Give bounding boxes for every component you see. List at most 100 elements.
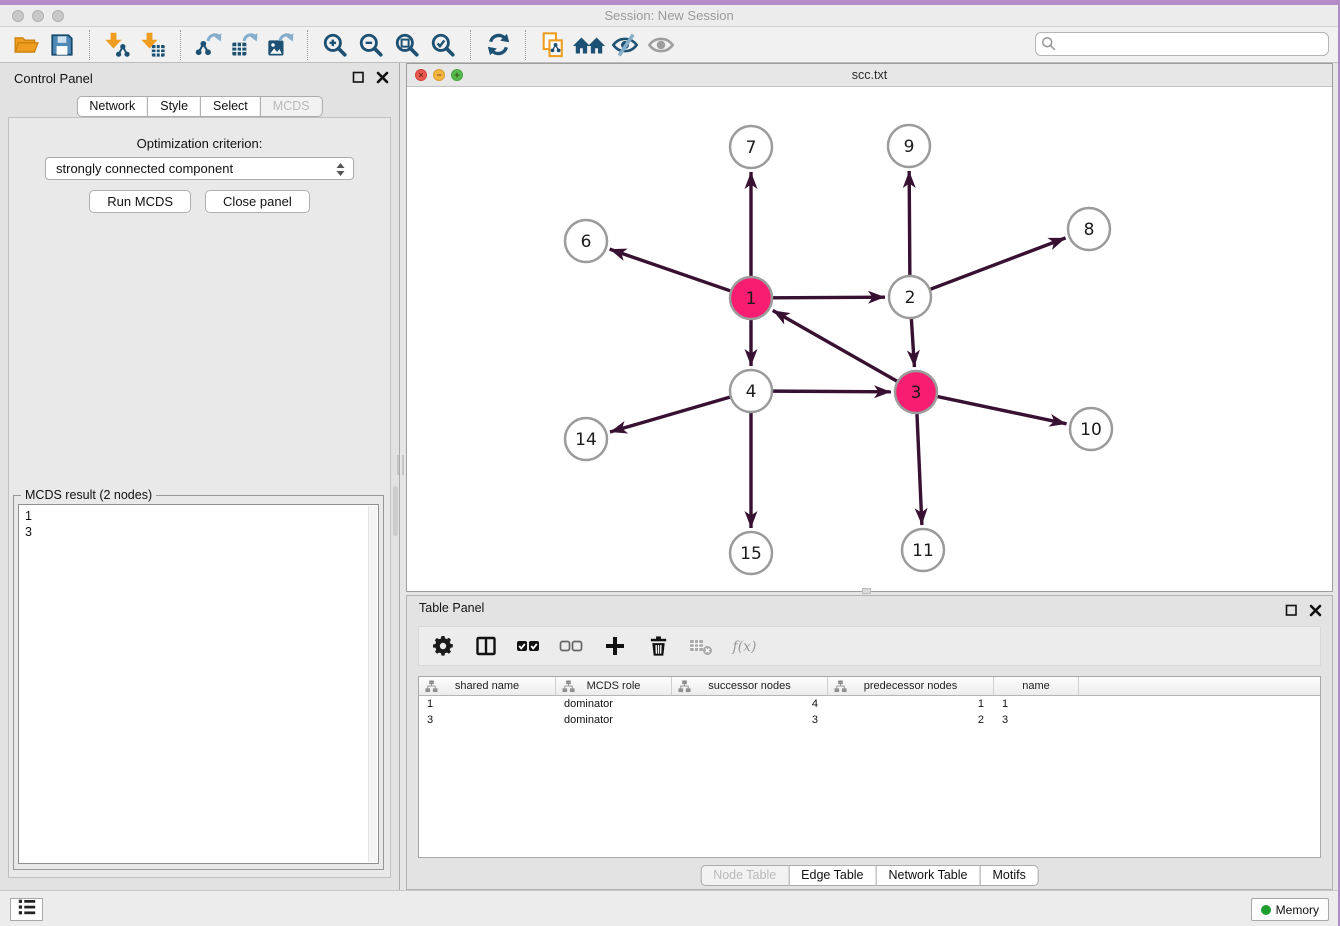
- tab-select[interactable]: Select: [200, 96, 261, 117]
- tab-network-table[interactable]: Network Table: [876, 865, 981, 886]
- network-window-title: scc.txt: [407, 68, 1332, 82]
- close-panel-icon[interactable]: [376, 71, 389, 84]
- panel-splitter-handle[interactable]: [397, 455, 404, 475]
- result-scrollbar[interactable]: [368, 506, 377, 862]
- unselect-all-columns-button[interactable]: [558, 632, 586, 660]
- table-cell[interactable]: 1: [994, 698, 1079, 710]
- float-table-panel-icon[interactable]: [1285, 604, 1298, 617]
- network-canvas[interactable]: 7 9 6 8 1 2 4 3 14 10 15 11: [407, 87, 1332, 591]
- graph-edge-3-11[interactable]: [917, 414, 922, 525]
- tab-motifs[interactable]: Motifs: [979, 865, 1038, 886]
- column-header-shared-name[interactable]: shared name: [419, 677, 556, 695]
- graph-edge-2-8[interactable]: [931, 238, 1066, 289]
- graph-edge-2-3[interactable]: [911, 319, 914, 367]
- table-cell[interactable]: dominator: [556, 698, 672, 710]
- graph-node-4[interactable]: 4: [730, 370, 772, 412]
- import-network-button[interactable]: [99, 30, 135, 60]
- table-cell[interactable]: 3: [419, 714, 556, 726]
- graph-edge-1-2[interactable]: [773, 297, 885, 298]
- graph-node-3[interactable]: 3: [895, 371, 937, 413]
- table-row[interactable]: 3dominator323: [419, 712, 1320, 728]
- column-header-predecessor-nodes[interactable]: predecessor nodes: [828, 677, 994, 695]
- export-network-button[interactable]: [190, 30, 226, 60]
- export-table-button[interactable]: [226, 30, 262, 60]
- select-all-columns-button[interactable]: [515, 632, 543, 660]
- main-toolbar: [0, 27, 1338, 63]
- graph-edge-1-6[interactable]: [610, 249, 731, 291]
- selected-criterion: strongly connected component: [56, 161, 233, 176]
- memory-button[interactable]: Memory: [1251, 898, 1329, 921]
- table-panel-tabs: Node TableEdge TableNetwork TableMotifs: [700, 865, 1039, 886]
- column-header-MCDS-role[interactable]: MCDS role: [556, 677, 672, 695]
- hierarchy-icon: [425, 680, 438, 696]
- run-mcds-button[interactable]: Run MCDS: [89, 190, 191, 213]
- open-session-button[interactable]: [8, 30, 44, 60]
- control-panel-scrollbar[interactable]: [393, 486, 398, 536]
- graph-node-1[interactable]: 1: [730, 277, 772, 319]
- hierarchy-icon: [834, 680, 847, 696]
- column-layout-button[interactable]: [472, 632, 500, 660]
- zoom-out-button[interactable]: [353, 30, 389, 60]
- home-layout-button[interactable]: [571, 30, 607, 60]
- task-history-button[interactable]: [10, 898, 43, 921]
- tab-mcds[interactable]: MCDS: [260, 96, 323, 117]
- float-panel-icon[interactable]: [352, 71, 365, 84]
- graph-node-10[interactable]: 10: [1070, 408, 1112, 450]
- refresh-network-button[interactable]: [480, 30, 516, 60]
- graph-node-label: 10: [1080, 420, 1102, 440]
- status-bar: Memory: [0, 890, 1338, 926]
- clone-network-button[interactable]: [535, 30, 571, 60]
- table-cell[interactable]: dominator: [556, 714, 672, 726]
- graph-edge-4-3[interactable]: [773, 391, 891, 392]
- graph-node-14[interactable]: 14: [565, 418, 607, 460]
- table-row[interactable]: 1dominator411: [419, 696, 1320, 712]
- search-input[interactable]: [1035, 32, 1329, 56]
- graph-node-9[interactable]: 9: [888, 125, 930, 167]
- select-stepper-icon: [335, 162, 346, 180]
- export-image-button[interactable]: [262, 30, 298, 60]
- add-column-button[interactable]: [601, 632, 629, 660]
- column-header-name[interactable]: name: [994, 677, 1079, 695]
- tab-style[interactable]: Style: [147, 96, 201, 117]
- tab-node-table[interactable]: Node Table: [700, 865, 789, 886]
- table-cell[interactable]: 1: [828, 698, 994, 710]
- zoom-selected-button[interactable]: [425, 30, 461, 60]
- tab-edge-table[interactable]: Edge Table: [788, 865, 876, 886]
- graph-edge-4-14[interactable]: [610, 397, 730, 432]
- graph-node-15[interactable]: 15: [730, 532, 772, 574]
- column-header-successor-nodes[interactable]: successor nodes: [672, 677, 828, 695]
- network-window-resize-handle[interactable]: [862, 588, 871, 594]
- close-panel-button[interactable]: Close panel: [205, 190, 310, 213]
- optimization-criterion-select[interactable]: strongly connected component: [45, 157, 354, 180]
- graph-node-label: 9: [904, 137, 915, 157]
- zoom-fit-button[interactable]: [389, 30, 425, 60]
- table-settings-button[interactable]: [429, 632, 457, 660]
- hierarchy-icon: [562, 680, 575, 696]
- graph-node-2[interactable]: 2: [889, 276, 931, 318]
- table-cell[interactable]: 4: [672, 698, 828, 710]
- close-table-panel-icon[interactable]: [1309, 604, 1322, 617]
- graph-edge-3-1[interactable]: [773, 310, 897, 381]
- table-cell[interactable]: 2: [828, 714, 994, 726]
- mcds-result-textarea[interactable]: 13: [18, 504, 379, 864]
- toolbar-separator: [180, 30, 181, 60]
- graph-edge-2-9[interactable]: [909, 171, 910, 275]
- delete-column-button[interactable]: [644, 632, 672, 660]
- graph-edge-3-10[interactable]: [938, 397, 1067, 424]
- graph-node-6[interactable]: 6: [565, 220, 607, 262]
- table-cell[interactable]: 3: [994, 714, 1079, 726]
- graph-node-11[interactable]: 11: [902, 529, 944, 571]
- table-panel-buttons: [1285, 604, 1322, 617]
- network-window-titlebar[interactable]: × − + scc.txt: [407, 64, 1332, 87]
- graph-node-7[interactable]: 7: [730, 126, 772, 168]
- save-session-button[interactable]: [44, 30, 80, 60]
- table-cell[interactable]: 3: [672, 714, 828, 726]
- zoom-in-button[interactable]: [317, 30, 353, 60]
- table-panel: Table Panel f(x) shared nameMCDS rolesuc…: [406, 595, 1333, 890]
- tab-network[interactable]: Network: [76, 96, 148, 117]
- table-cell[interactable]: 1: [419, 698, 556, 710]
- show-graphics-details-button: [643, 30, 679, 60]
- hide-graphics-details-button[interactable]: [607, 30, 643, 60]
- graph-node-8[interactable]: 8: [1068, 208, 1110, 250]
- import-table-button[interactable]: [135, 30, 171, 60]
